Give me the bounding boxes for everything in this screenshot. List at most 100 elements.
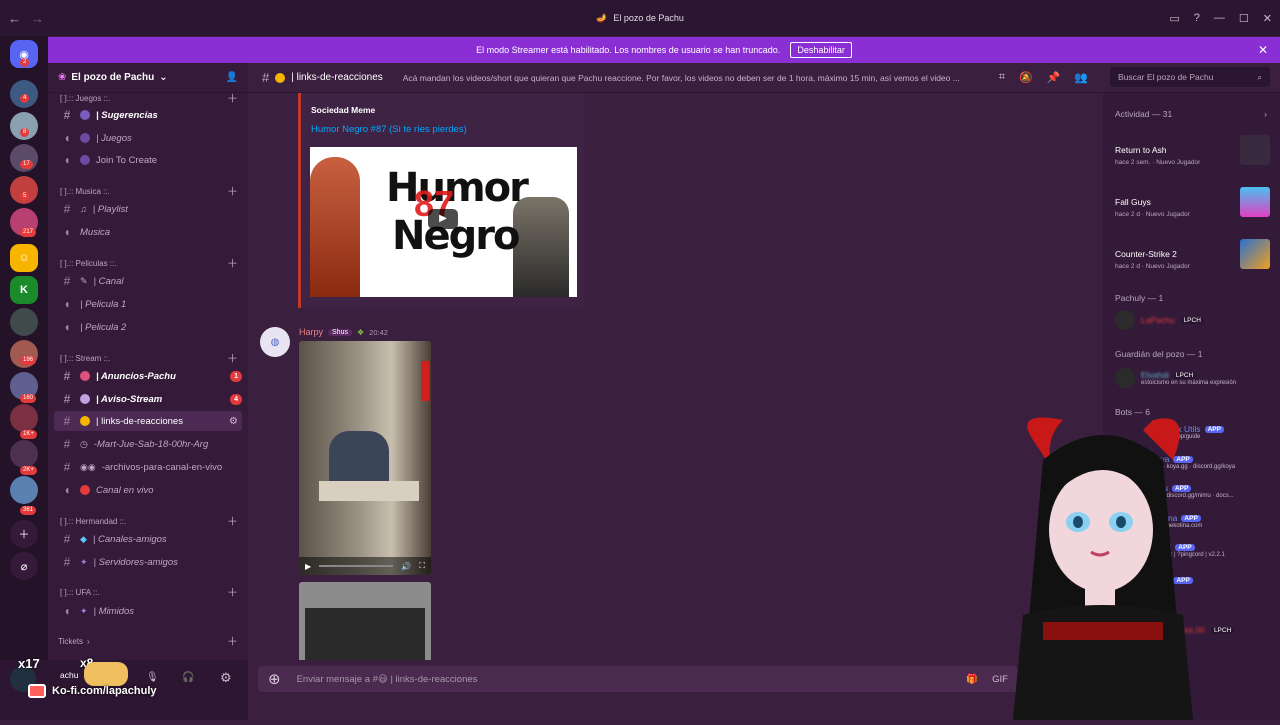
category-musica[interactable]: [ ].:: Musica ::. ＋ xyxy=(60,184,238,198)
mention-count-badge: 1 xyxy=(230,370,242,382)
channel-topic[interactable]: Acá mandan los videos/short que quieran … xyxy=(403,73,983,83)
add-channel-icon[interactable]: ＋ xyxy=(227,513,238,529)
channel-playlist[interactable]: # ♫ | Playlist xyxy=(54,199,242,219)
activity-meta: hace 2 d · Nuevo Jugador xyxy=(1115,211,1190,218)
unread-badge: 2K+ xyxy=(20,466,37,475)
volume-icon[interactable]: 🔊 xyxy=(401,562,411,571)
channel-servidores-amigos[interactable]: # ✦ | Servidores-amigos xyxy=(54,552,242,572)
channel-settings-icon[interactable]: ⚙ xyxy=(229,416,242,427)
channel-juegos[interactable]: ◖ | Juegos xyxy=(54,128,242,148)
server-icon[interactable] xyxy=(10,404,38,432)
channel-canales-amigos[interactable]: # ◆ | Canales-amigos xyxy=(54,529,242,549)
channel-join-to-create[interactable]: ◖ Join To Create xyxy=(54,150,242,170)
add-member-icon[interactable]: 👤 xyxy=(226,72,238,83)
clock-icon: ◷ xyxy=(80,438,88,449)
members-icon[interactable]: 👥 xyxy=(1074,71,1088,84)
embed-title-link[interactable]: Humor Negro #87 (Si te ríes pierdes) xyxy=(311,124,467,135)
video-progress-bar[interactable] xyxy=(319,565,394,567)
channel-aviso-stream[interactable]: # | Aviso-Stream 4 xyxy=(54,389,242,409)
channel-canal-en-vivo[interactable]: ◖ Canal en vivo xyxy=(54,480,242,500)
channel-pelicula-2[interactable]: ◖ | Pelicula 2 xyxy=(54,317,242,337)
category-peliculas[interactable]: [ ].:: Peliculas ::. ＋ xyxy=(60,256,238,270)
sparkle-icon: ✦ xyxy=(80,605,88,616)
channel-links-de-reacciones[interactable]: # | links-de-reacciones ⚙ xyxy=(54,411,242,431)
mic-icon[interactable]: 🎙 xyxy=(146,672,159,683)
hash-icon: # xyxy=(63,108,71,122)
member-item[interactable]: Elvahdi LPCH estoicismo en su máxima exp… xyxy=(1115,365,1274,391)
hash-icon: # xyxy=(63,202,71,216)
add-channel-icon[interactable]: ＋ xyxy=(227,350,238,366)
add-channel-icon[interactable]: ＋ xyxy=(227,255,238,271)
minimize-button[interactable]: — xyxy=(1214,12,1225,24)
author-name[interactable]: Harpy xyxy=(299,327,323,337)
channel-horario[interactable]: # ◷ -Mart-Jue-Sab-18-00hr-Arg xyxy=(54,434,242,454)
server-icon[interactable]: ☺ xyxy=(10,244,38,272)
category-ufa[interactable]: [ ].:: UFA ::. ＋ xyxy=(60,585,238,599)
activity-card[interactable]: Counter-Strike 2 hace 2 d · Nuevo Jugado… xyxy=(1115,237,1270,277)
activity-card[interactable]: Return to Ash hace 2 sem. · Nuevo Jugado… xyxy=(1115,133,1270,173)
server-icon[interactable]: K xyxy=(10,276,38,304)
close-window-button[interactable]: ✕ xyxy=(1263,12,1272,25)
channel-emoji-icon xyxy=(275,72,286,83)
speaker-icon: ◖ xyxy=(63,131,71,145)
speaker-icon: ◖ xyxy=(63,483,71,497)
pin-icon[interactable]: 📌 xyxy=(1047,71,1061,84)
author-avatar[interactable]: ◍ xyxy=(260,327,290,357)
role-header-guardian: Guardián del pozo — 1 xyxy=(1115,349,1203,359)
gear-icon[interactable]: ⚙ xyxy=(220,670,232,686)
video-attachment[interactable]: ▶ 🔊 ⛶ xyxy=(299,341,431,575)
unread-badge: 361 xyxy=(20,506,37,515)
add-channel-icon[interactable]: ＋ xyxy=(227,633,238,649)
close-banner-icon[interactable]: ✕ xyxy=(1258,43,1268,57)
disable-streamer-button[interactable]: Deshabilitar xyxy=(790,42,852,58)
message-input[interactable]: ⊕ Enviar mensaje a #😃 | links-de-reaccio… xyxy=(258,666,1018,692)
category-tickets[interactable]: Tickets › ＋ xyxy=(58,634,238,648)
video-attachment[interactable] xyxy=(299,582,431,660)
member-status: estoicismo en su máxima expresión xyxy=(1141,380,1237,386)
window-controls: ▭ ? — ☐ ✕ xyxy=(1169,0,1272,36)
embed-thumbnail[interactable]: Humor Negro 87 ▶ xyxy=(310,147,577,297)
server-header[interactable]: ❀ El pozo de Pachu ⌄ 👤 xyxy=(48,63,248,93)
activity-card[interactable]: Fall Guys hace 2 d · Nuevo Jugador xyxy=(1115,185,1270,225)
pencil-icon: ✎ xyxy=(80,275,88,286)
gift-icon[interactable]: 🎁 xyxy=(966,674,978,685)
help-icon[interactable]: ? xyxy=(1194,12,1200,24)
speaker-icon: ◖ xyxy=(63,225,71,239)
discover-icon[interactable]: ⌀ xyxy=(10,552,38,580)
hash-icon: # xyxy=(63,532,71,546)
category-juegos[interactable]: [ ].:: Juegos ::. ＋ xyxy=(60,91,238,105)
threads-icon[interactable]: ⌗ xyxy=(999,71,1005,84)
add-server-icon[interactable]: ＋ xyxy=(10,520,38,548)
channel-sugerencias[interactable]: # | Sugerencias xyxy=(54,105,242,125)
header-toolbar: ⌗ 🔕 📌 👥 xyxy=(999,71,1088,84)
channel-pelicula-1[interactable]: ◖ | Pelicula 1 xyxy=(54,294,242,314)
add-channel-icon[interactable]: ＋ xyxy=(227,584,238,600)
category-stream[interactable]: [ ].:: Stream ::. ＋ xyxy=(60,351,238,365)
mute-bell-icon[interactable]: 🔕 xyxy=(1019,71,1033,84)
hash-icon: # xyxy=(63,369,71,383)
channel-anuncios-pachu[interactable]: # | Anuncios-Pachu 1 xyxy=(54,366,242,386)
play-icon[interactable]: ▶ xyxy=(305,562,311,571)
search-input[interactable]: Buscar El pozo de Pachu ⌕ xyxy=(1110,67,1270,87)
maximize-button[interactable]: ☐ xyxy=(1239,12,1249,25)
channel-mimidos[interactable]: ◖ ✦ | Mimidos xyxy=(54,601,242,621)
headphones-icon[interactable]: 🎧 xyxy=(182,672,194,683)
username: achu xyxy=(60,670,79,680)
category-hermandad[interactable]: [ ].:: Hermandad ::. ＋ xyxy=(60,514,238,528)
channel-archivos[interactable]: # ◉◉ -archivos-para-canal-en-vivo xyxy=(54,457,242,477)
add-channel-icon[interactable]: ＋ xyxy=(227,90,238,106)
channel-musica[interactable]: ◖ Musica xyxy=(54,222,242,242)
add-channel-icon[interactable]: ＋ xyxy=(227,183,238,199)
server-icon[interactable] xyxy=(10,476,38,504)
stove-top xyxy=(305,608,425,660)
server-icon[interactable] xyxy=(10,440,38,468)
server-icon[interactable] xyxy=(10,308,38,336)
channel-canal[interactable]: # ✎ | Canal xyxy=(54,271,242,291)
fullscreen-icon[interactable]: ⛶ xyxy=(419,561,425,571)
link-embed: Sociedad Meme Humor Negro #87 (Si te ríe… xyxy=(298,93,584,308)
member-item[interactable]: LaPachu LPCH xyxy=(1115,307,1274,333)
attach-plus-icon[interactable]: ⊕ xyxy=(268,670,281,688)
activity-header[interactable]: Actividad — 31 › xyxy=(1115,109,1267,119)
server-badge-icon: ❀ xyxy=(58,72,67,83)
inbox-icon[interactable]: ▭ xyxy=(1169,12,1179,25)
